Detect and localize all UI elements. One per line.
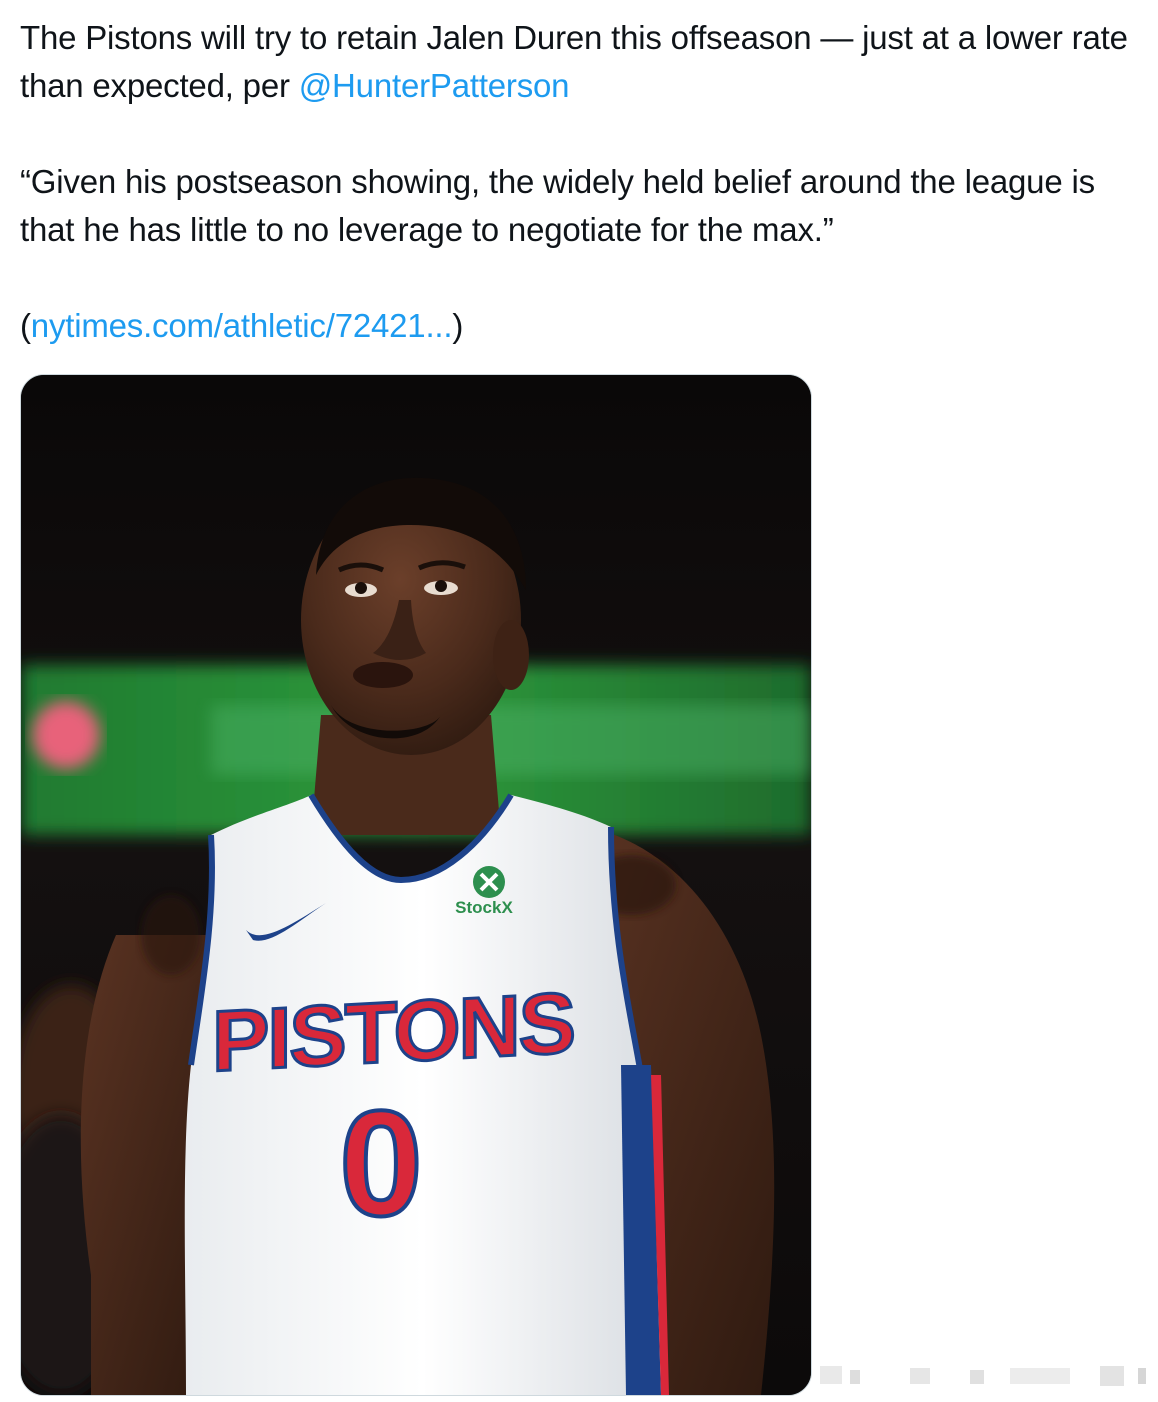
tweet-paragraph-1: The Pistons will try to retain Jalen Dur…: [20, 14, 1150, 110]
team-wordmark: PISTONS: [212, 975, 574, 1090]
cropped-marks: [820, 1366, 1146, 1386]
tweet-photo[interactable]: StockX PISTONS 0: [20, 374, 812, 1396]
tweet-quote: “Given his postseason showing, the widel…: [20, 163, 1095, 248]
tweet-paragraph-3: (nytimes.com/athletic/72421...): [20, 302, 1150, 350]
mention-link[interactable]: @HunterPatterson: [299, 67, 570, 104]
tweet: The Pistons will try to retain Jalen Dur…: [20, 14, 1150, 350]
player-photo: StockX PISTONS 0: [21, 375, 811, 1395]
link-close-paren: ): [452, 307, 464, 344]
tweet-intro-text: The Pistons will try to retain Jalen Dur…: [20, 19, 1128, 104]
jersey-number: 0: [339, 1079, 422, 1247]
tweet-text: The Pistons will try to retain Jalen Dur…: [20, 14, 1150, 350]
link-open-paren: (: [20, 307, 31, 344]
stockx-logo: [473, 866, 505, 898]
sponsor-text: StockX: [455, 898, 513, 917]
article-link[interactable]: nytimes.com/athletic/72421...: [31, 307, 453, 344]
